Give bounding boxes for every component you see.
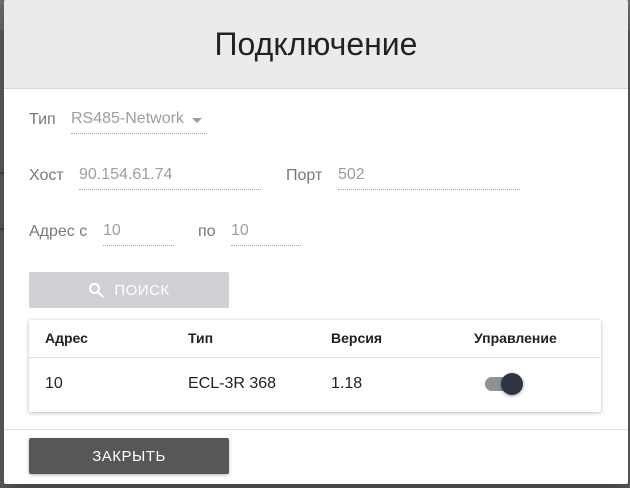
address-to-value: 10 <box>231 222 249 239</box>
port-input-value: 502 <box>338 166 365 183</box>
type-label: Тип <box>29 111 56 128</box>
type-select[interactable]: RS485-Network <box>71 107 207 134</box>
host-input-value: 90.154.61.74 <box>79 166 173 183</box>
results-table: Адрес Тип Версия Управление 10 ECL-3R 36… <box>29 320 601 412</box>
footer-divider <box>4 429 628 430</box>
dialog-header: Подключение <box>4 0 628 89</box>
host-label: Хост <box>29 167 64 184</box>
address-to-label: по <box>198 223 216 240</box>
header-divider <box>29 357 601 358</box>
column-header-type: Тип <box>188 330 214 346</box>
dialog-title: Подключение <box>214 25 418 62</box>
port-input[interactable]: 502 <box>338 163 520 190</box>
type-select-value: RS485-Network <box>71 110 184 127</box>
column-header-control: Управление <box>474 330 557 346</box>
search-icon <box>89 283 104 298</box>
search-button[interactable]: ПОИСК <box>29 272 229 308</box>
close-button[interactable]: ЗАКРЫТЬ <box>29 438 229 474</box>
search-button-label: ПОИСК <box>114 281 170 299</box>
address-from-value: 10 <box>103 222 121 239</box>
address-from-label: Адрес с <box>29 223 88 240</box>
column-header-version: Версия <box>331 330 383 346</box>
close-button-label: ЗАКРЫТЬ <box>92 447 166 465</box>
port-label: Порт <box>286 167 323 184</box>
cell-type: ECL-3R 368 <box>188 375 277 392</box>
toggle-knob <box>501 373 523 395</box>
cell-version: 1.18 <box>331 375 363 392</box>
column-header-address: Адрес <box>45 330 88 346</box>
cell-address: 10 <box>45 375 63 392</box>
chevron-down-icon <box>192 118 202 123</box>
address-to-input[interactable]: 10 <box>231 219 301 246</box>
address-from-input[interactable]: 10 <box>103 219 174 246</box>
host-input[interactable]: 90.154.61.74 <box>79 163 261 190</box>
connection-dialog: Подключение Тип RS485-Network Хост 90.15… <box>4 0 628 484</box>
